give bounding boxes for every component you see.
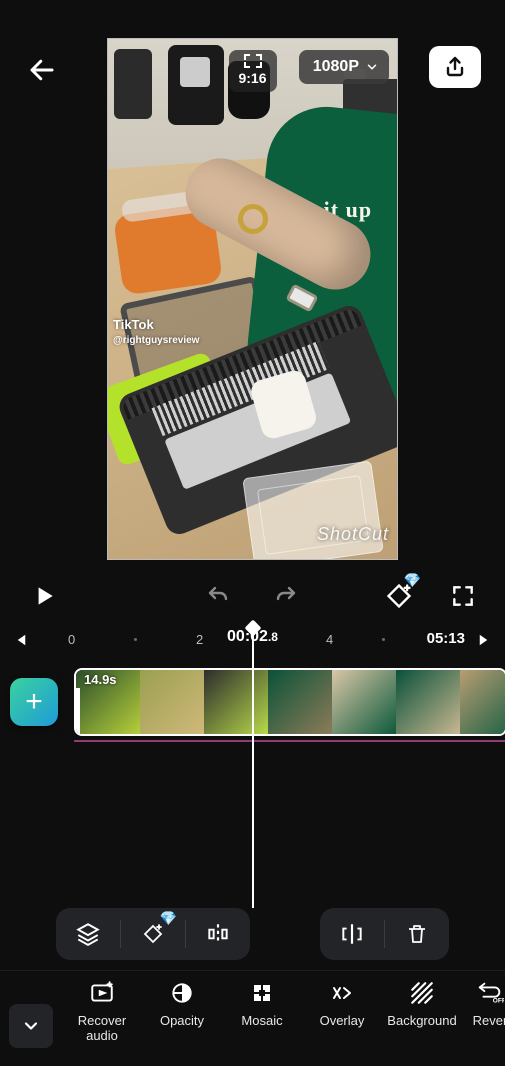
keyframe-mini-button[interactable]: 💎 [121,908,185,960]
arrow-left-icon [27,55,57,85]
tool-label: Opacity [160,1013,204,1028]
keyframe-add-button[interactable]: 💎 [379,576,419,616]
tool-recover-audio[interactable]: Recover audio [62,979,142,1043]
skip-to-start-button[interactable] [6,628,34,652]
share-up-icon [443,55,467,79]
premium-gem-icon: 💎 [404,572,421,589]
ruler-tick: 2 [196,632,203,647]
overlay-icon [328,979,356,1007]
bottom-toolbar: Recover audio Opacity Mosaic Overlay [0,970,505,1066]
clip-action-group-right [320,908,449,960]
fullscreen-button[interactable] [445,578,481,614]
ruler-tick: 4 [326,632,333,647]
background-icon [408,979,436,1007]
app-watermark: ShotCut [317,524,389,545]
play-icon [31,583,57,609]
clip-thumbnail [396,670,460,734]
undo-button[interactable] [198,580,238,612]
clip-thumbnail [140,670,204,734]
tool-label: Overlay [320,1013,365,1028]
tool-mosaic[interactable]: Mosaic [222,979,302,1043]
redo-icon [272,584,300,608]
timeline-audio-underline [74,740,505,742]
tool-overlay[interactable]: Overlay [302,979,382,1043]
fullscreen-icon [450,583,476,609]
split-all-button[interactable] [320,908,384,960]
ruler-tick: 0 [68,632,75,647]
premium-gem-icon: 💎 [160,910,177,927]
aspect-ratio-label: 9:16 [238,70,266,86]
mosaic-icon [248,979,276,1007]
split-button[interactable] [186,908,250,960]
trash-icon [405,922,429,946]
undo-icon [204,584,232,608]
add-clip-button[interactable]: + [10,678,58,726]
transport-bar: 💎 [0,570,505,622]
aspect-ratio-button[interactable]: 9:16 [228,50,276,92]
plus-icon: + [25,685,43,719]
video-preview[interactable]: ok it up TikTok @rightguysreview ShotCut [107,38,398,560]
play-button[interactable] [24,576,64,616]
tiktok-handle: @rightguysreview [113,335,199,346]
tool-scroll[interactable]: Recover audio Opacity Mosaic Overlay [62,971,505,1043]
tool-label: Recover audio [62,1013,142,1043]
tool-opacity[interactable]: Opacity [142,979,222,1043]
opacity-icon [168,979,196,1007]
total-time: 05:13 [427,630,465,647]
delete-clip-button[interactable] [385,908,449,960]
video-clip[interactable]: ‹ 14.9s [74,668,505,736]
export-button[interactable] [429,46,481,88]
clip-thumbnail [332,670,396,734]
back-button[interactable] [20,48,64,92]
skip-start-icon [10,631,30,649]
chevron-down-icon [21,1016,41,1036]
redo-button[interactable] [266,580,306,612]
clip-trim-handle-left[interactable]: ‹ [74,688,80,736]
clip-thumbnail [204,670,268,734]
skip-end-icon [475,631,495,649]
clip-thumbnail [460,670,505,734]
split-icon [205,921,231,947]
resolution-button[interactable]: 1080P [299,50,389,84]
tool-label: Background [387,1013,456,1028]
clip-thumbnail [268,670,332,734]
clip-duration-label: 14.9s [84,672,117,687]
layers-icon [75,921,101,947]
clip-action-toolbar: 💎 [56,908,449,960]
editor-root: ok it up TikTok @rightguysreview ShotCut… [0,0,505,1066]
crop-icon [244,54,262,68]
clip-action-group-left: 💎 [56,908,250,960]
chevron-down-icon [365,60,379,74]
layers-button[interactable] [56,908,120,960]
collapse-toolbar-button[interactable] [0,971,62,1066]
tool-background[interactable]: Background [382,979,462,1043]
tiktok-logo-text: TikTok [113,317,154,332]
tool-label: Rever [473,1013,505,1028]
svg-text:OFF: OFF [493,997,504,1004]
reverse-icon: OFF [476,979,504,1007]
resolution-value: 1080P [313,58,359,76]
playhead[interactable] [252,624,254,908]
recover-audio-icon [88,979,116,1007]
preview-frame-illustration: ok it up [108,39,397,559]
split-mirror-icon [339,921,365,947]
tool-reverse[interactable]: OFF Rever [462,979,505,1043]
ruler-dot [134,638,137,641]
skip-to-end-button[interactable] [471,628,499,652]
tool-label: Mosaic [241,1013,282,1028]
ruler-dot [382,638,385,641]
